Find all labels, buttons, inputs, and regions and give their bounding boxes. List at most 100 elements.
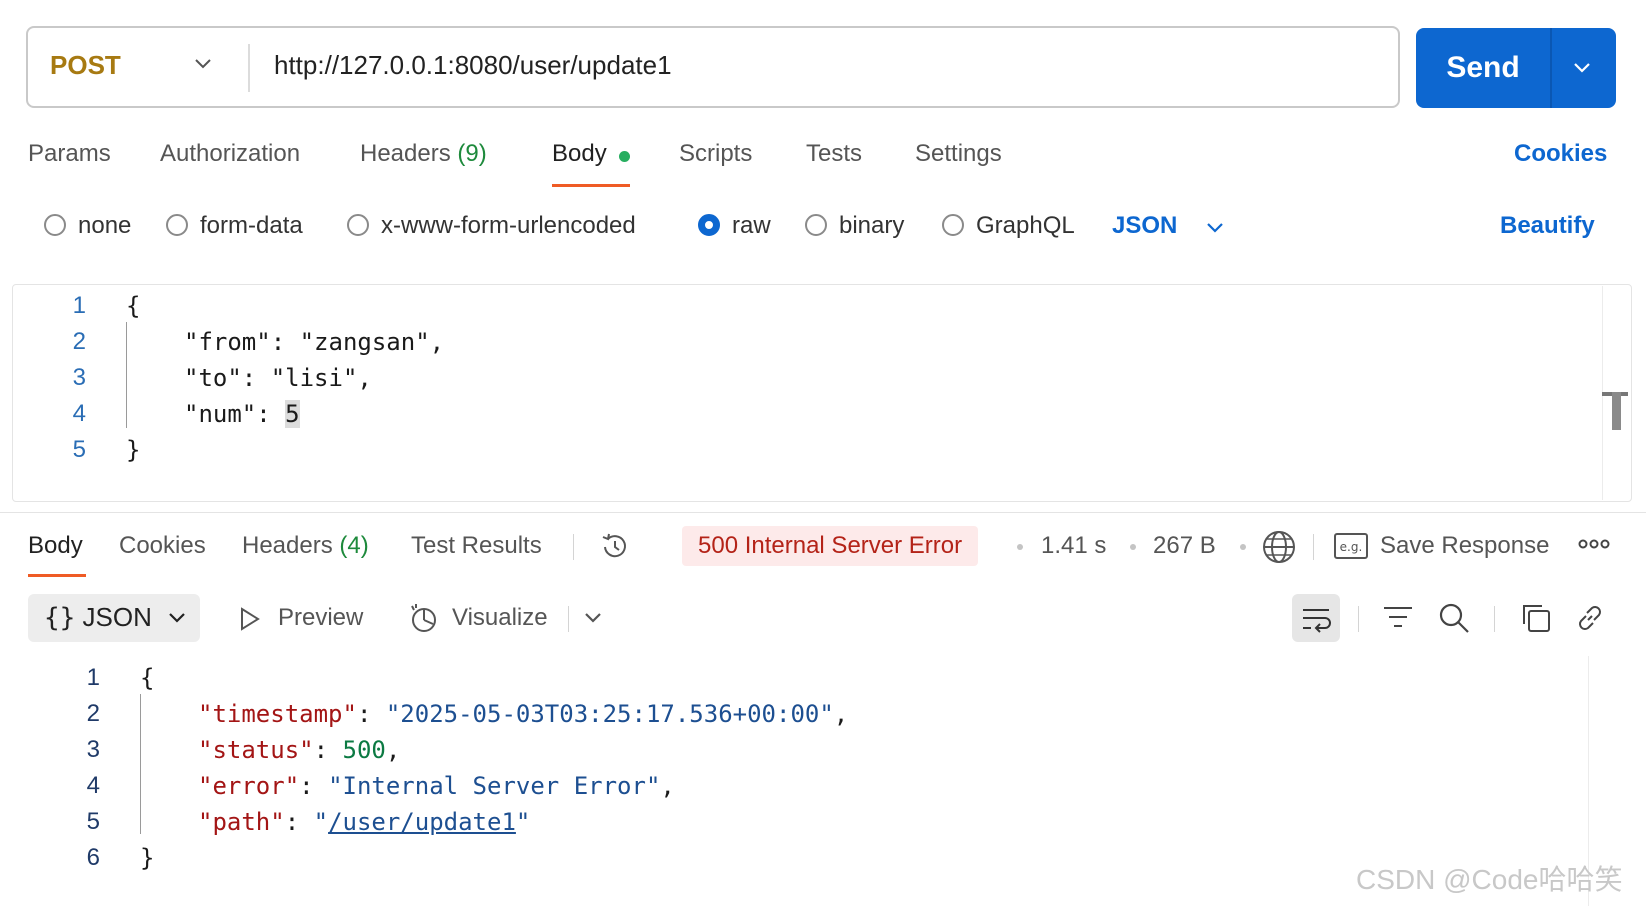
divider [568, 606, 569, 632]
beautify-button[interactable]: Beautify [1500, 212, 1595, 240]
tab-params[interactable]: Params [28, 140, 111, 168]
code-line: "status": 500, [198, 736, 401, 764]
cookies-link[interactable]: Cookies [1514, 140, 1607, 168]
method-select[interactable]: POST [50, 50, 121, 81]
response-time[interactable]: 1.41 s [1041, 532, 1106, 560]
more-icon[interactable] [1578, 538, 1610, 550]
response-size[interactable]: 267 B [1153, 532, 1216, 560]
code-line: "error": "Internal Server Error", [198, 772, 675, 800]
tab-headers[interactable]: Headers (9) [360, 140, 487, 168]
code-line: "path": "/user/update1" [198, 808, 531, 836]
filter-icon[interactable] [1382, 604, 1414, 632]
body-format-select[interactable]: JSON [1112, 212, 1177, 240]
tab-scripts[interactable]: Scripts [679, 140, 752, 168]
radio-none[interactable] [44, 214, 66, 236]
request-body-editor[interactable] [12, 284, 1632, 502]
history-icon[interactable] [598, 530, 632, 564]
copy-icon[interactable] [1520, 602, 1552, 634]
preview-button[interactable]: Preview [278, 604, 363, 632]
line-number: 4 [72, 400, 86, 427]
code-line: } [126, 436, 141, 464]
example-icon[interactable]: e.g. [1334, 532, 1368, 560]
json-value: "Internal Server Error" [328, 772, 661, 800]
divider [1494, 606, 1495, 632]
divider [248, 44, 250, 92]
response-tab-test-results[interactable]: Test Results [411, 532, 542, 560]
radio-form-data[interactable] [166, 214, 188, 236]
code-key: "num": [184, 400, 286, 428]
chevron-down-icon[interactable] [192, 52, 214, 74]
globe-icon[interactable] [1261, 529, 1297, 565]
active-tab-indicator [552, 184, 630, 187]
response-format-label: {} JSON [44, 602, 152, 633]
code-line: "to": "lisi", [184, 364, 372, 392]
response-tab-headers[interactable]: Headers (4) [242, 532, 369, 560]
response-tab-headers-count: (4) [339, 532, 369, 559]
line-number: 2 [86, 700, 100, 727]
response-format-text: JSON [82, 602, 152, 632]
code-line: "from": "zangsan", [184, 328, 445, 356]
response-tab-headers-label: Headers [242, 532, 333, 559]
indent-guide [140, 694, 141, 834]
json-value: "2025-05-03T03:25:17.536+00:00" [385, 700, 834, 728]
json-key: "timestamp" [198, 700, 357, 728]
tab-body[interactable]: Body [552, 140, 607, 168]
radio-raw[interactable] [698, 214, 720, 236]
status-badge[interactable]: 500 Internal Server Error [682, 526, 979, 566]
link-icon[interactable] [1574, 602, 1606, 634]
line-number: 4 [86, 772, 100, 799]
divider [573, 534, 574, 560]
radio-binary[interactable] [805, 214, 827, 236]
watermark: CSDN @Code哈哈笑 [1356, 864, 1623, 895]
scrollbar-thumb[interactable] [1612, 392, 1621, 430]
code-line: "num": 5 [184, 400, 300, 428]
search-icon[interactable] [1438, 602, 1470, 634]
code-value: 5 [285, 400, 300, 428]
indent-guide [126, 322, 127, 428]
json-key: "error" [198, 772, 300, 800]
json-key: "status" [198, 736, 314, 764]
line-number: 3 [72, 364, 86, 391]
code-line: "timestamp": "2025-05-03T03:25:17.536+00… [198, 700, 849, 728]
code-line: } [140, 844, 155, 872]
radio-label-none: none [78, 212, 132, 239]
body-modified-dot [619, 151, 630, 162]
separator-dot [1240, 544, 1246, 550]
path-link[interactable]: /user/update1 [328, 808, 516, 836]
visualize-button[interactable]: Visualize [452, 604, 548, 632]
radio-label-graphql: GraphQL [976, 212, 1075, 239]
tab-headers-label: Headers [360, 140, 451, 167]
radio-label-form-data: form-data [200, 212, 303, 239]
line-number: 2 [72, 328, 86, 355]
separator-dot [1017, 544, 1023, 550]
line-number: 5 [86, 808, 100, 835]
chevron-down-icon[interactable] [166, 608, 188, 628]
chevron-down-icon[interactable] [1570, 58, 1594, 78]
url-bar [26, 26, 1400, 108]
line-number: 3 [86, 736, 100, 763]
radio-graphql[interactable] [942, 214, 964, 236]
url-input[interactable]: http://127.0.0.1:8080/user/update1 [274, 50, 672, 81]
chevron-down-icon[interactable] [1204, 218, 1226, 238]
send-button[interactable]: Send [1416, 28, 1550, 108]
radio-label-urlencoded: x-www-form-urlencoded [381, 212, 636, 239]
response-tab-body[interactable]: Body [28, 532, 83, 560]
json-key: "path" [198, 808, 285, 836]
visualize-icon[interactable] [408, 602, 440, 634]
braces-icon: {} [44, 603, 76, 633]
code-line: { [140, 664, 155, 692]
play-icon[interactable] [238, 606, 262, 632]
tab-authorization[interactable]: Authorization [160, 140, 300, 168]
wrap-lines-icon [1303, 609, 1331, 633]
tab-tests[interactable]: Tests [806, 140, 862, 168]
response-tab-cookies[interactable]: Cookies [119, 532, 206, 560]
divider [1313, 534, 1314, 560]
save-response-button[interactable]: Save Response [1380, 532, 1549, 560]
json-value: 500 [342, 736, 386, 764]
tab-settings[interactable]: Settings [915, 140, 1002, 168]
line-number: 5 [72, 436, 86, 463]
chevron-down-icon[interactable] [582, 608, 604, 628]
svg-text:e.g.: e.g. [1340, 540, 1363, 554]
radio-urlencoded[interactable] [347, 214, 369, 236]
active-tab-indicator [28, 574, 86, 577]
